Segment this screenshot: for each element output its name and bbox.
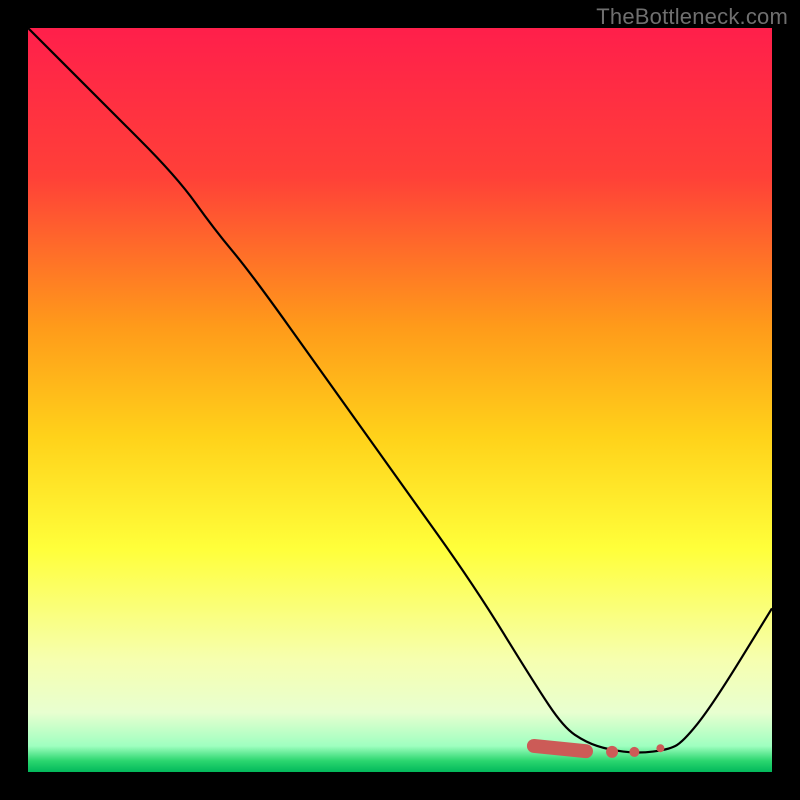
watermark-text: TheBottleneck.com <box>596 4 788 30</box>
dot-3 <box>656 744 664 752</box>
dot-2 <box>629 747 639 757</box>
chart-frame: TheBottleneck.com <box>0 0 800 800</box>
plot-area <box>28 28 772 772</box>
highlight-segment <box>534 746 586 751</box>
chart-svg <box>28 28 772 772</box>
dot-1 <box>606 746 618 758</box>
